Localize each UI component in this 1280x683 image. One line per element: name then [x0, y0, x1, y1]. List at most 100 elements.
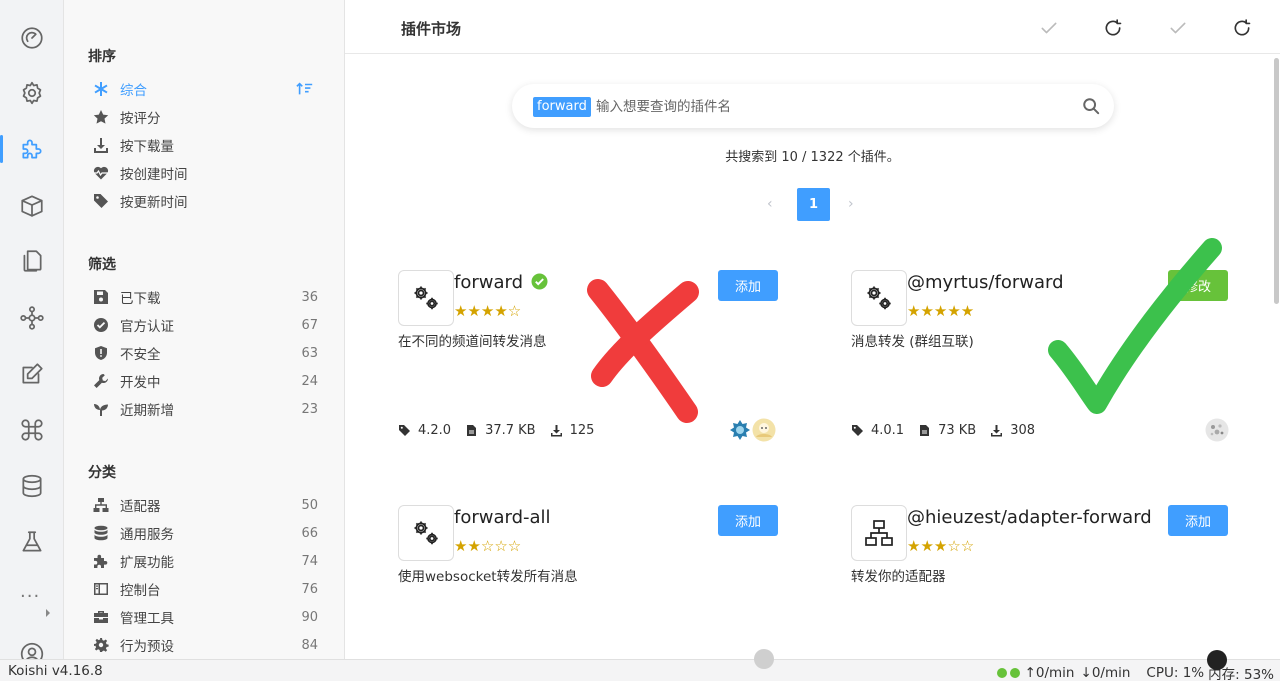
puzzle-icon: [92, 552, 110, 570]
sort-item-overall[interactable]: 综合: [92, 78, 318, 100]
category-item-service[interactable]: 通用服务 66: [92, 522, 318, 544]
flask-icon[interactable]: [0, 514, 64, 570]
category-item-preset[interactable]: 行为预设 84: [92, 634, 318, 656]
plugin-card[interactable]: @myrtus/forward ★★★★★ 消息转发 (群组互联) 修改 4.0…: [851, 270, 1231, 450]
status-indicators: ↑ 0/min ↓ 0/min CPU: 1% 内存: 53%: [996, 663, 1274, 683]
file-icon: [467, 425, 477, 436]
sort-section-title: 排序: [88, 49, 116, 65]
category-item-tools[interactable]: 管理工具 90: [92, 606, 318, 628]
category-item-console[interactable]: 控制台 76: [92, 578, 318, 600]
filter-item-label: 开发中: [120, 375, 161, 391]
reload-button[interactable]: [1099, 14, 1127, 42]
arrow-down-icon: ↓: [1080, 665, 1092, 681]
caret-right-icon: [46, 609, 50, 617]
sort-item-created[interactable]: 按创建时间: [92, 162, 318, 184]
plugin-card[interactable]: @hieuzest/adapter-forward ★★★☆☆ 转发你的适配器 …: [851, 505, 1231, 659]
filter-item-unsafe[interactable]: 不安全 63: [92, 342, 318, 364]
plugin-downloads: 308: [1010, 423, 1036, 438]
search-input[interactable]: [596, 96, 1056, 118]
category-item-count: 50: [301, 497, 318, 513]
add-plugin-button[interactable]: 添加: [1168, 505, 1228, 536]
plugin-name[interactable]: @myrtus/forward: [907, 272, 1064, 293]
edit-icon[interactable]: [0, 346, 64, 402]
category-item-count: 76: [301, 581, 318, 597]
author-avatar[interactable]: [728, 418, 752, 442]
plugin-logo: [398, 270, 454, 326]
check-icon: [1041, 22, 1057, 34]
result-count: 共搜索到 10 / 1322 个插件。: [725, 150, 900, 165]
sort-item-rating[interactable]: 按评分: [92, 106, 318, 128]
topbar: 插件市场: [345, 0, 1280, 54]
plugin-name[interactable]: forward-all: [454, 507, 551, 528]
filter-item-label: 不安全: [120, 347, 161, 363]
sidebar: 排序 综合 按评分 按下载量 按创建时间 按更新时间 筛选 已下载 36 官方认…: [64, 0, 345, 659]
plugin-name[interactable]: forward: [454, 272, 548, 293]
reload-button-2[interactable]: [1228, 14, 1256, 42]
plugin-size: 73 KB: [938, 423, 977, 438]
filter-section-title: 筛选: [88, 257, 116, 273]
package-icon[interactable]: [0, 177, 64, 233]
plugin-logo: [398, 505, 454, 561]
category-item-count: 84: [301, 637, 318, 653]
more-icon[interactable]: ···: [20, 586, 40, 607]
search-box: forward: [512, 84, 1114, 128]
add-plugin-button[interactable]: 添加: [718, 505, 778, 536]
check-button-2[interactable]: [1164, 14, 1192, 42]
author-avatar[interactable]: [1205, 418, 1229, 442]
rating-stars: ★★★☆☆: [907, 537, 975, 555]
graph-icon[interactable]: [0, 290, 64, 346]
download-icon: [550, 425, 562, 437]
plugin-card[interactable]: forward-all ★★☆☆☆ 使用websocket转发所有消息 添加: [398, 505, 778, 659]
cpu-usage: CPU: 1%: [1146, 665, 1205, 681]
app-window: ··· 排序 综合 按评分 按下载量 按创建时间 按更新时间 筛选 已下载 36…: [0, 0, 1280, 683]
filter-item-verified[interactable]: 官方认证 67: [92, 314, 318, 336]
plugin-icon[interactable]: [0, 121, 64, 177]
pagination: ‹ 1 ›: [345, 188, 1280, 222]
verified-icon: [92, 316, 110, 334]
category-item-extension[interactable]: 扩展功能 74: [92, 550, 318, 572]
search-tag[interactable]: forward: [533, 97, 591, 117]
sort-item-downloads[interactable]: 按下载量: [92, 134, 318, 156]
reload-icon: [1105, 19, 1122, 36]
verified-badge-icon: [531, 273, 548, 290]
rating-stars: ★★☆☆☆: [454, 537, 522, 555]
filter-item-downloaded[interactable]: 已下载 36: [92, 286, 318, 308]
check-button[interactable]: [1035, 14, 1063, 42]
settings-icon[interactable]: [0, 65, 64, 121]
category-item-label: 扩展功能: [120, 555, 174, 571]
filter-item-recent[interactable]: 近期新增 23: [92, 398, 318, 420]
category-item-adapter[interactable]: 适配器 50: [92, 494, 318, 516]
prev-page-button[interactable]: ‹: [767, 196, 773, 212]
plugin-logo: [851, 270, 907, 326]
search-icon[interactable]: [1082, 97, 1100, 115]
database-icon: [92, 524, 110, 542]
next-page-button[interactable]: ›: [848, 196, 854, 212]
command-icon[interactable]: [0, 402, 64, 458]
status-dot-2: [1009, 668, 1020, 678]
plugin-version: 4.0.1: [871, 423, 905, 438]
gear-icon: [92, 636, 110, 654]
main-panel: 插件市场 forward 共搜索到 10 / 1322 个插件。 ‹: [345, 0, 1280, 659]
save-icon: [92, 288, 110, 306]
sort-item-updated[interactable]: 按更新时间: [92, 190, 318, 212]
author-avatar-2[interactable]: [752, 418, 776, 442]
add-plugin-button[interactable]: 添加: [718, 270, 778, 301]
plugin-card[interactable]: forward ★★★★☆ 在不同的频道间转发消息 添加 4.2.0 37.7 …: [398, 270, 778, 450]
plugin-version: 4.2.0: [418, 423, 452, 438]
database-icon[interactable]: [0, 458, 64, 514]
window-icon: [92, 580, 110, 598]
files-icon[interactable]: [0, 233, 64, 289]
plugin-meta: 4.2.0 37.7 KB 125: [398, 423, 608, 438]
filter-item-developing[interactable]: 开发中 24: [92, 370, 318, 392]
download-rate: 0/min: [1091, 665, 1131, 681]
sort-item-label: 按评分: [120, 111, 161, 127]
filter-item-count: 67: [301, 317, 318, 333]
plugin-meta: 4.0.1 73 KB 308: [851, 423, 1049, 438]
plugin-name[interactable]: @hieuzest/adapter-forward: [907, 507, 1152, 528]
page-1-button[interactable]: 1: [797, 188, 830, 221]
tag-icon: [399, 425, 410, 436]
modify-plugin-button[interactable]: 修改: [1168, 270, 1228, 301]
category-item-count: 66: [301, 525, 318, 541]
sort-item-label: 按下载量: [120, 139, 174, 155]
dashboard-icon[interactable]: [0, 10, 64, 66]
